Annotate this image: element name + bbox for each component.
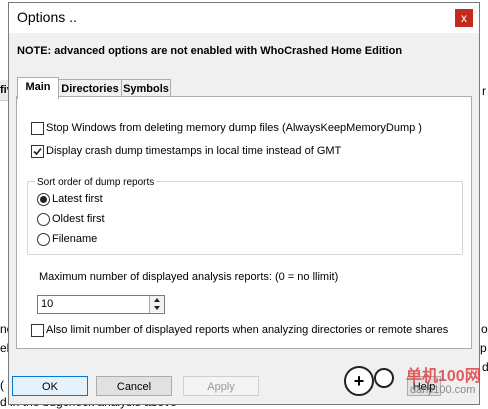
plus-icon: +	[344, 366, 374, 396]
ok-button[interactable]: OK	[12, 376, 88, 396]
circle-logo-icon	[374, 368, 394, 388]
limit-reports-checkbox[interactable]	[31, 324, 44, 337]
spin-down-button[interactable]	[150, 304, 164, 312]
spin-buttons	[149, 296, 164, 313]
radio-selected-dot	[40, 196, 47, 203]
radio-latest-first[interactable]	[37, 193, 50, 206]
caret-up-icon	[154, 298, 160, 302]
max-reports-input[interactable]	[41, 297, 141, 311]
max-reports-spinbox[interactable]	[37, 295, 165, 314]
apply-button[interactable]: Apply	[183, 376, 259, 396]
limit-reports-label: Also limit number of displayed reports w…	[46, 324, 449, 336]
radio-oldest-first-label: Oldest first	[52, 213, 105, 225]
background-text: (	[0, 378, 4, 392]
max-reports-label: Maximum number of displayed analysis rep…	[39, 271, 339, 283]
dialog-title: Options ..	[17, 9, 77, 25]
stop-windows-label: Stop Windows from deleting memory dump f…	[46, 122, 422, 134]
background-text: r	[482, 84, 486, 98]
close-icon: x	[461, 11, 467, 25]
close-button[interactable]: x	[455, 9, 473, 27]
edition-note: NOTE: advanced options are not enabled w…	[17, 45, 403, 57]
tab-main[interactable]: Main	[17, 77, 59, 99]
sort-order-group-label: Sort order of dump reports	[35, 177, 157, 188]
background-text: o	[481, 322, 488, 336]
display-local-time-checkbox[interactable]	[31, 145, 44, 158]
caret-down-icon	[154, 306, 160, 310]
display-local-time-label: Display crash dump timestamps in local t…	[46, 145, 342, 157]
radio-filename[interactable]	[37, 233, 50, 246]
site-watermark: + 单机100网 danji100.com	[340, 362, 488, 402]
watermark-url: danji100.com	[410, 384, 476, 396]
title-bar: Options .. x	[9, 3, 479, 33]
radio-latest-first-label: Latest first	[52, 193, 103, 205]
options-dialog: Options .. x NOTE: advanced options are …	[8, 2, 480, 405]
radio-oldest-first[interactable]	[37, 213, 50, 226]
checkmark-icon	[33, 147, 42, 156]
watermark-text: 单机100网	[406, 368, 481, 385]
stop-windows-checkbox[interactable]	[31, 122, 44, 135]
cancel-button[interactable]: Cancel	[96, 376, 172, 396]
radio-filename-label: Filename	[52, 233, 98, 245]
